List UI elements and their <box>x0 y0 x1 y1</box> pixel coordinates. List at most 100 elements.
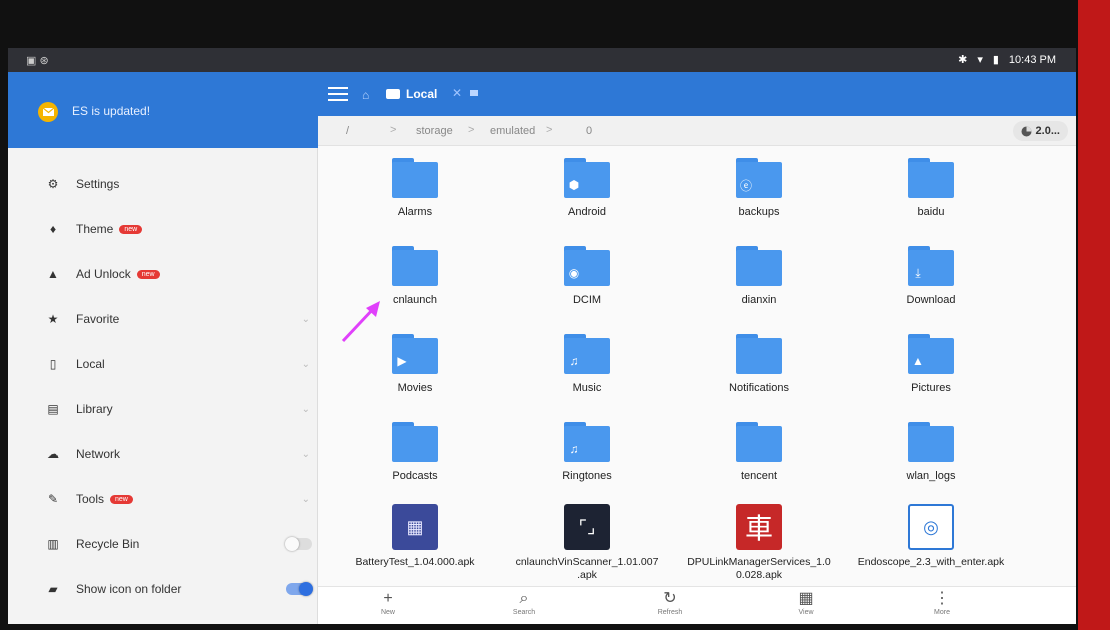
apk-name: DPULinkManagerServices_1.0 0.028.apk <box>664 556 854 582</box>
network-icon: ☁ <box>47 447 59 461</box>
folder-type-glyph: ▶ <box>397 354 407 368</box>
chevron-down-icon[interactable]: ⌄ <box>302 449 310 460</box>
new-button[interactable]: + New <box>358 589 418 623</box>
folder-icon: ◉ <box>564 246 610 286</box>
new-badge: new <box>119 224 143 234</box>
toggle-switch[interactable] <box>285 537 312 551</box>
status-time: 10:43 PM <box>1008 53 1056 66</box>
drawer-item-network[interactable]: ☁ Network ⌄ <box>8 432 318 476</box>
folder-item[interactable]: ⓔ backups <box>674 152 844 238</box>
folder-item[interactable]: ⬢ Android <box>502 152 672 238</box>
tablet-screen: ▣ ⊛ ✱ ▾ ▮ 10:43 PM ES is updated! ⚙ Setti… <box>8 48 1076 624</box>
breadcrumb-storage[interactable]: storage <box>416 125 453 137</box>
folder-name: dianxin <box>741 294 777 306</box>
app-bar: ⌂ Local ✕ <box>318 72 1076 116</box>
storage-usage-chip[interactable]: 2.0... <box>1012 121 1068 141</box>
wifi-icon: ▾ <box>977 54 983 66</box>
apk-item[interactable]: ◎ Endoscope_2.3_with_enter.apk <box>846 504 1016 590</box>
folder-item[interactable]: ◉ DCIM <box>502 240 672 326</box>
lock-icon: ▲ <box>47 267 59 281</box>
storage-icon <box>386 89 400 99</box>
folder-name: Pictures <box>911 382 951 394</box>
battery-test-apk-icon: ▦ <box>392 504 438 550</box>
chevron-down-icon[interactable]: ⌄ <box>302 404 310 415</box>
folder-icon: ⤓ <box>908 246 954 286</box>
drawer-item-label: Ad Unlock <box>76 267 131 281</box>
breadcrumb-emulated[interactable]: emulated <box>490 125 535 137</box>
folder-item[interactable]: ♫ Music <box>502 328 672 414</box>
drawer-item-label: Favorite <box>76 312 120 326</box>
folder-item[interactable]: ⤓ Download <box>846 240 1016 326</box>
status-right-group: ✱ ▾ ▮ 10:43 PM <box>958 53 1056 67</box>
close-tab-icon[interactable]: ✕ <box>452 86 462 100</box>
folder-item[interactable]: Podcasts <box>330 416 500 502</box>
folder-item[interactable]: tencent <box>674 416 844 502</box>
folder-item[interactable]: Alarms <box>330 152 500 238</box>
folder-type-glyph <box>392 176 412 194</box>
drawer-item-settings[interactable]: ⚙ Settings <box>8 162 318 206</box>
apk-name-line: BatteryTest_1.04.000.apk <box>355 556 475 568</box>
folder-icon <box>392 422 438 462</box>
more-button[interactable]: ⋮ More <box>912 589 972 623</box>
grid-view-icon: ▦ <box>798 590 814 607</box>
toggle-knob <box>285 537 299 551</box>
folder-icon <box>392 246 438 286</box>
folder-icon <box>736 422 782 462</box>
folder-type-glyph <box>736 352 756 370</box>
apk-name: cnlaunchVinScanner_1.01.007 .apk <box>492 556 682 582</box>
chevron-down-icon[interactable]: ⌄ <box>302 314 310 325</box>
folder-name: Podcasts <box>392 470 438 482</box>
breadcrumb-root[interactable]: / <box>346 125 349 137</box>
drawer-item-library[interactable]: ▤ Library ⌄ <box>8 387 318 431</box>
shirt-icon: ♦ <box>49 222 57 236</box>
toggle-switch[interactable] <box>286 582 313 596</box>
folder-item[interactable]: ▲ Pictures <box>846 328 1016 414</box>
drawer-item-theme[interactable]: ♦ Theme new <box>8 207 318 251</box>
hamburger-menu-icon[interactable] <box>326 82 350 106</box>
tab-local-label: Local <box>406 87 438 101</box>
refresh-icon: ↻ <box>663 590 677 607</box>
chevron-down-icon[interactable]: ⌄ <box>302 494 310 505</box>
folder-icon: ⓔ <box>736 158 782 198</box>
toolbar-label: More <box>934 609 950 616</box>
annotation-arrow <box>341 301 380 343</box>
folder-type-glyph <box>908 440 928 458</box>
view-button[interactable]: ▦ View <box>776 589 836 623</box>
chevron-down-icon[interactable]: ⌄ <box>302 359 310 370</box>
folder-item[interactable]: dianxin <box>674 240 844 326</box>
new-window-icon[interactable] <box>470 90 478 96</box>
drawer-item-favorite[interactable]: ★ Favorite ⌄ <box>8 297 318 341</box>
apk-item[interactable]: ▦ BatteryTest_1.04.000.apk <box>330 504 500 590</box>
folder-type-glyph: ♫ <box>569 354 579 368</box>
folder-icon: ▶ <box>392 334 438 374</box>
apk-name: BatteryTest_1.04.000.apk <box>320 556 510 569</box>
folder-item[interactable]: wlan_logs <box>846 416 1016 502</box>
drawer-item-local[interactable]: ▯ Local ⌄ <box>8 342 318 386</box>
more-vertical-icon: ⋮ <box>934 590 950 607</box>
folder-name: Notifications <box>729 382 789 394</box>
home-icon[interactable]: ⌂ <box>362 88 369 102</box>
apk-item[interactable]: ⌜⌟ cnlaunchVinScanner_1.01.007 .apk <box>502 504 672 590</box>
apk-item[interactable]: 車 DPULinkManagerServices_1.0 0.028.apk <box>674 504 844 590</box>
drawer-item-tools[interactable]: ✎ Tools new ⌄ <box>8 477 318 521</box>
folder-item[interactable]: Notifications <box>674 328 844 414</box>
folder-icon <box>392 158 438 198</box>
folder-item[interactable]: baidu <box>846 152 1016 238</box>
apk-name: Endoscope_2.3_with_enter.apk <box>836 556 1026 569</box>
breadcrumb-separator: > <box>468 124 475 136</box>
breadcrumb-current[interactable]: 0 <box>586 125 592 137</box>
apk-name-line: DPULinkManagerServices_1.0 <box>687 556 831 568</box>
library-icon: ▤ <box>47 402 59 416</box>
drawer-header[interactable]: ES is updated! <box>8 72 318 148</box>
folder-item[interactable]: ♫ Ringtones <box>502 416 672 502</box>
drawer-item-recycle-bin[interactable]: ▥ Recycle Bin <box>8 522 318 566</box>
search-button[interactable]: ⌕ Search <box>494 589 554 623</box>
breadcrumb-separator: > <box>390 124 397 136</box>
tab-local[interactable]: Local <box>376 83 447 105</box>
drawer-item-ad-unlock[interactable]: ▲ Ad Unlock new <box>8 252 318 296</box>
plus-icon: + <box>383 590 393 607</box>
refresh-button[interactable]: ↻ Refresh <box>640 589 700 623</box>
folder-icon: ▰ <box>48 582 58 596</box>
drawer-item-show-icon-on-folder[interactable]: ▰ Show icon on folder <box>8 567 318 611</box>
folder-type-glyph <box>392 440 412 458</box>
